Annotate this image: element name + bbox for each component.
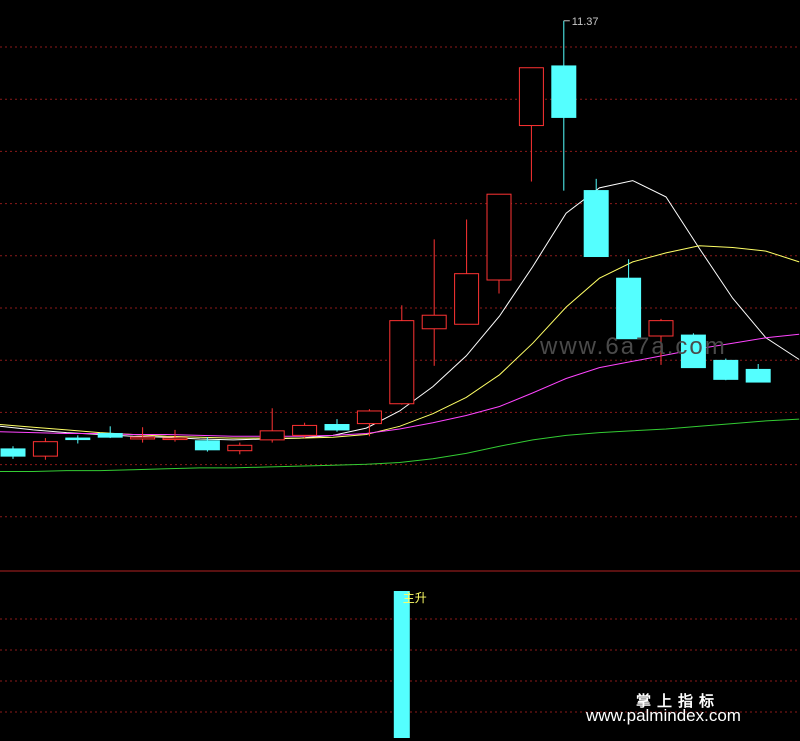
candle-body xyxy=(324,424,350,431)
high-price-label: 11.37 xyxy=(572,16,599,28)
candle xyxy=(292,422,318,439)
candle-body xyxy=(194,440,220,451)
stock-chart: 11.37 主升 xyxy=(0,16,800,738)
candle-body xyxy=(259,430,285,441)
candle xyxy=(259,408,285,443)
candle-body xyxy=(227,444,253,452)
candle xyxy=(454,219,480,325)
candle-body xyxy=(162,437,188,441)
candle-body xyxy=(518,67,544,127)
candle-body xyxy=(65,437,91,441)
candle xyxy=(389,305,415,405)
candlesticks xyxy=(0,20,771,460)
candle xyxy=(227,442,253,455)
candle-body xyxy=(745,368,771,383)
signal-bars xyxy=(393,591,410,738)
candle xyxy=(65,435,91,444)
candle xyxy=(518,67,544,182)
candle-body xyxy=(551,65,577,118)
brand-watermark-url: www.palmindex.com xyxy=(586,706,741,725)
candle-body xyxy=(486,193,512,281)
candle-body xyxy=(421,314,447,330)
high-price-marker: 11.37 xyxy=(563,16,599,28)
candle-body xyxy=(130,436,156,440)
candle xyxy=(713,358,739,381)
candle-body xyxy=(713,359,739,380)
signal-bar xyxy=(393,591,410,738)
candle xyxy=(583,178,609,258)
candle-body xyxy=(0,448,26,457)
candle xyxy=(745,364,771,383)
ma-line xyxy=(0,418,800,472)
candle xyxy=(0,446,26,459)
candle xyxy=(486,193,512,294)
candle-body xyxy=(356,410,382,425)
candle-body xyxy=(32,441,58,457)
candle xyxy=(551,20,577,191)
candle xyxy=(616,259,642,340)
candle xyxy=(32,438,58,460)
candle-body xyxy=(97,433,123,438)
price-grid xyxy=(0,46,800,518)
candle-body xyxy=(292,424,318,436)
candle-body xyxy=(454,273,480,325)
candle xyxy=(97,426,123,439)
candle-body xyxy=(389,320,415,405)
candle-body xyxy=(616,277,642,340)
candle-body xyxy=(583,190,609,258)
signal-label: 主升 xyxy=(403,591,427,605)
site-watermark: www.6a7a.com xyxy=(540,333,727,360)
candle xyxy=(421,239,447,366)
candle xyxy=(324,419,350,432)
